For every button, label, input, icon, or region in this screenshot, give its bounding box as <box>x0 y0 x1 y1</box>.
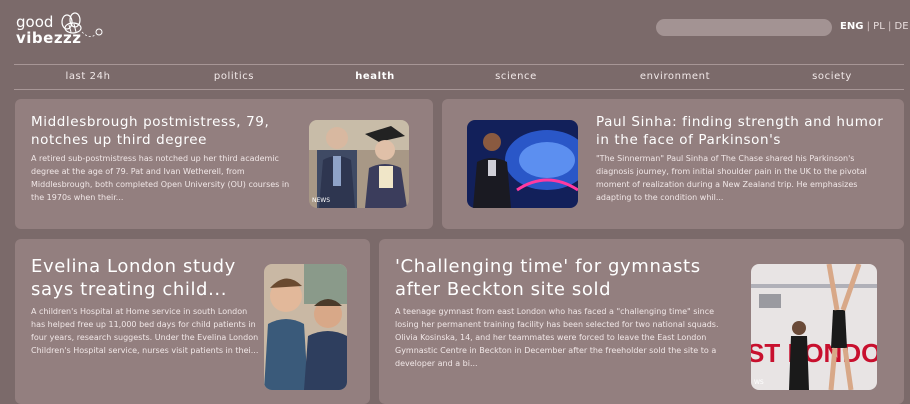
article-summary: "The Sinnerman" Paul Sinha of The Chase … <box>596 154 867 202</box>
article-title[interactable]: Evelina London study says treating child… <box>31 255 263 301</box>
nav-society[interactable]: society <box>812 71 852 82</box>
nav-last-24h[interactable]: last 24h <box>65 71 110 82</box>
image-banner-text: ST LONDO <box>751 338 877 368</box>
article-summary: A retired sub-postmistress has notched u… <box>31 154 290 202</box>
site-logo[interactable]: good vibezzz <box>16 12 106 48</box>
article-image[interactable] <box>467 120 578 208</box>
nav-environment[interactable]: environment <box>640 71 710 82</box>
language-switcher: ENG | PL | DE <box>840 21 909 32</box>
nav-health[interactable]: health <box>355 71 395 82</box>
nav-politics[interactable]: politics <box>214 71 254 82</box>
lang-pl[interactable]: PL <box>873 21 885 32</box>
search-input[interactable] <box>656 19 832 36</box>
image-source-tag: NEWS <box>312 197 331 204</box>
category-nav: last 24h politics health science environ… <box>14 64 904 90</box>
lang-eng[interactable]: ENG <box>840 21 863 32</box>
lang-separator: | <box>866 21 870 32</box>
article-summary: A teenage gymnast from east London who h… <box>395 307 719 368</box>
article-card[interactable]: Middlesbrough postmistress, 79, notches … <box>15 99 433 229</box>
article-image[interactable]: NEWS <box>309 120 409 208</box>
article-title[interactable]: Middlesbrough postmistress, 79, notches … <box>31 113 303 149</box>
logo-word-good: good <box>16 13 54 31</box>
article-title[interactable]: 'Challenging time' for gymnasts after Be… <box>395 255 735 301</box>
article-card[interactable]: 'Challenging time' for gymnasts after Be… <box>379 239 904 404</box>
image-source-tag: WS <box>754 379 764 386</box>
nav-science[interactable]: science <box>495 71 537 82</box>
article-card[interactable]: Paul Sinha: finding strength and humor i… <box>442 99 904 229</box>
lang-separator: | <box>887 21 892 32</box>
article-image[interactable]: ST LONDO WS <box>751 264 877 390</box>
article-title[interactable]: Paul Sinha: finding strength and humor i… <box>596 113 892 149</box>
lang-de[interactable]: DE <box>895 21 909 32</box>
article-image[interactable] <box>264 264 347 390</box>
article-card[interactable]: Evelina London study says treating child… <box>15 239 370 404</box>
article-summary: A children's Hospital at Home service in… <box>31 307 259 355</box>
bee-logo-icon <box>61 12 103 37</box>
